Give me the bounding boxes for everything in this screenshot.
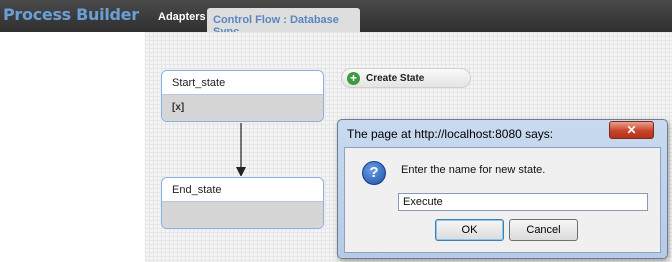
state-body [162,202,323,228]
state-name: Start_state [162,71,323,95]
question-icon: ? [362,161,386,185]
close-icon: ✕ [626,123,637,137]
dialog-body: ? Enter the name for new state. OK Cance… [344,147,661,253]
ok-button[interactable]: OK [435,219,504,241]
close-button[interactable]: ✕ [609,121,654,139]
dialog-title: The page at http://localhost:8080 says: [347,127,554,141]
cancel-button[interactable]: Cancel [509,219,578,241]
state-name: End_state [162,178,323,202]
create-state-label: Create State [366,73,425,84]
state-node-end[interactable]: End_state [161,177,324,229]
state-name-input[interactable] [398,193,648,211]
prompt-dialog: The page at http://localhost:8080 says: … [337,119,668,259]
state-node-start[interactable]: Start_state [x] [161,70,324,122]
plus-icon: + [347,72,360,85]
create-state-button[interactable]: + Create State [341,68,471,88]
state-body: [x] [162,95,323,121]
dialog-message: Enter the name for new state. [401,164,546,176]
